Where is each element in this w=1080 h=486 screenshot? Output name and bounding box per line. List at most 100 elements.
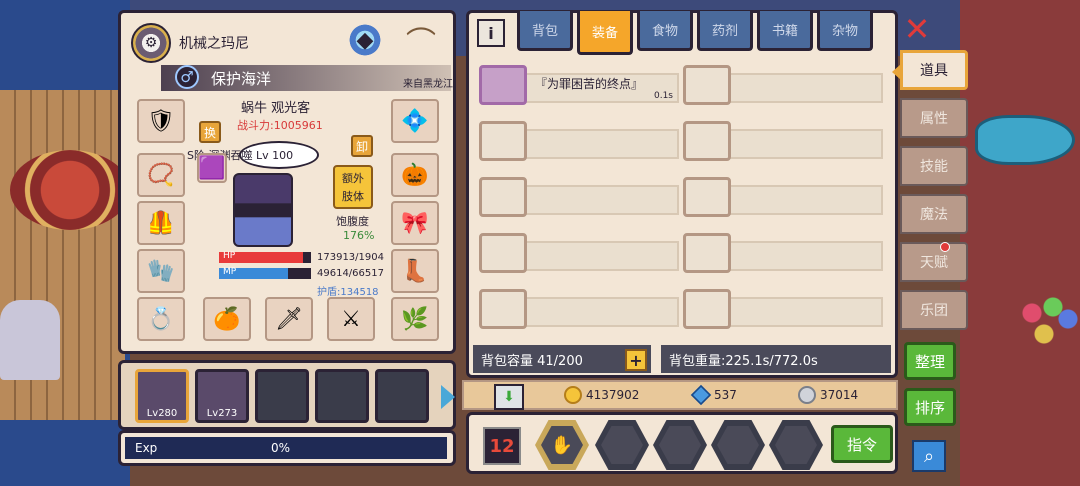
crystal-icon[interactable]: ◆	[343, 19, 387, 61]
exp-value: 0%	[271, 441, 291, 455]
skill-slot-2[interactable]	[595, 420, 649, 470]
tab-potion[interactable]: 药剂	[697, 11, 753, 51]
quick-bag-bar: Lv280 Lv273	[118, 360, 456, 430]
guild-emblem-icon[interactable]: ⚙	[131, 23, 171, 63]
silver-coin-icon	[798, 386, 816, 404]
equip-slot-boots[interactable]: 👢	[391, 249, 439, 293]
item-icon-empty	[683, 121, 731, 161]
item-cell-empty[interactable]	[683, 175, 883, 219]
item-icon	[479, 65, 527, 105]
hp-bar: HP	[219, 251, 311, 263]
bag-slot-4[interactable]	[315, 369, 369, 423]
inventory-tabs: 背包 装备 食物 药剂 书籍 杂物	[517, 11, 873, 55]
swap-button[interactable]: 换	[199, 121, 221, 143]
tab-food[interactable]: 食物	[637, 11, 693, 51]
side-tab-magic[interactable]: 魔法	[900, 194, 968, 234]
equip-slot-mount[interactable]: ⚔	[327, 297, 375, 341]
character-title: 保护海洋	[211, 69, 272, 88]
item-icon-empty	[479, 289, 527, 329]
skill-slot-1[interactable]: ✋	[535, 420, 589, 470]
equip-slot-ring[interactable]: 💍	[137, 297, 185, 341]
download-icon[interactable]: ⬇	[494, 384, 524, 410]
item-cell-empty[interactable]	[479, 119, 679, 163]
gold-currency: 4137902	[564, 386, 639, 404]
unequip-button[interactable]: 卸	[351, 135, 373, 157]
item-name: 『为罪困苦的终点』	[535, 77, 644, 91]
hanger-icon[interactable]: ⌒	[399, 19, 443, 61]
item-cell-empty[interactable]	[479, 175, 679, 219]
side-tab-band[interactable]: 乐团	[900, 290, 968, 330]
item-cell-empty[interactable]	[479, 287, 679, 331]
empty-skill	[717, 426, 759, 464]
organize-button[interactable]: 整理	[904, 342, 956, 380]
empty-skill	[659, 426, 701, 464]
equip-slot-weapon[interactable]: 🗡	[265, 297, 313, 341]
tab-backpack[interactable]: 背包	[517, 11, 573, 51]
info-icon[interactable]: i	[477, 19, 505, 47]
item-cell-empty[interactable]	[683, 287, 883, 331]
item-cell-empty[interactable]	[683, 119, 883, 163]
bag-weight: 背包重量:225.1s/772.0s	[661, 345, 891, 373]
empty-skill	[775, 426, 817, 464]
skill-slot-3[interactable]	[653, 420, 707, 470]
shield-value: 护盾:134518	[317, 287, 379, 298]
title-origin: 来自黑龙江	[403, 79, 453, 90]
equip-slot-armor[interactable]: 🦺	[137, 201, 185, 245]
character-name: 机械之玛尼	[179, 36, 249, 52]
equip-slot-gloves[interactable]: 🧤	[137, 249, 185, 293]
item-strip	[727, 185, 883, 215]
pet-slot[interactable]: 🟪	[197, 153, 227, 183]
gem-amount: 537	[714, 388, 737, 402]
extra-limb-label-1: 额外	[342, 172, 364, 185]
side-tab-skills[interactable]: 技能	[900, 146, 968, 186]
item-strip	[727, 73, 883, 103]
skill-set-button[interactable]: 12	[483, 427, 521, 465]
skill-slot-5[interactable]	[769, 420, 823, 470]
item-cell-empty[interactable]	[683, 231, 883, 275]
hand-icon: ✋	[541, 426, 583, 464]
item-icon-empty	[683, 233, 731, 273]
equip-slot-necklace[interactable]: 📿	[137, 153, 185, 197]
bag-slot-3[interactable]	[255, 369, 309, 423]
item-strip	[727, 129, 883, 159]
search-icon[interactable]: ⌕	[912, 440, 946, 472]
combat-power: 战斗力:1005961	[237, 119, 323, 132]
item-icon-empty	[683, 65, 731, 105]
side-tab-talent[interactable]: 天赋	[900, 242, 968, 282]
right-floor	[960, 0, 1080, 486]
item-weight: 0.1s	[653, 91, 673, 101]
tab-book[interactable]: 书籍	[757, 11, 813, 51]
hunger-label: 饱腹度	[336, 215, 369, 228]
character-header: ⚙ 机械之玛尼	[131, 23, 249, 63]
diamond-icon	[690, 384, 712, 406]
sort-button[interactable]: 排序	[904, 388, 956, 426]
item-cell-empty[interactable]	[683, 63, 883, 107]
item-cell[interactable]: 『为罪困苦的终点』 0.1s	[479, 63, 679, 107]
item-strip	[727, 297, 883, 327]
extra-limb-button[interactable]: 额外 肢体	[333, 165, 373, 209]
item-cell-empty[interactable]	[479, 231, 679, 275]
command-button[interactable]: 指令	[831, 425, 893, 463]
side-tab-items[interactable]: 道具	[900, 50, 968, 90]
equip-slot-gem[interactable]: 💠	[391, 99, 439, 143]
bag-slot-5[interactable]	[375, 369, 429, 423]
equip-slot-wreath[interactable]: 🌿	[391, 297, 439, 341]
tab-misc[interactable]: 杂物	[817, 11, 873, 51]
tab-equipment[interactable]: 装备	[577, 11, 633, 55]
bag-slot-1[interactable]: Lv280	[135, 369, 189, 423]
equip-slot-pet[interactable]: 🍊	[203, 297, 251, 341]
expand-capacity-button[interactable]: +	[625, 349, 647, 371]
mp-bar: MP	[219, 267, 311, 279]
equip-slot-pumpkin[interactable]: 🎃	[391, 153, 439, 197]
side-tab-attributes[interactable]: 属性	[900, 98, 968, 138]
skill-slot-4[interactable]	[711, 420, 765, 470]
item-strip	[523, 185, 679, 215]
item-icon-empty	[683, 289, 731, 329]
next-arrow-icon[interactable]	[441, 385, 455, 409]
bag-slot-2[interactable]: Lv273	[195, 369, 249, 423]
equip-slot-helmet[interactable]: 🛡	[137, 99, 185, 143]
header-icons: ◆ ⌒	[343, 19, 443, 61]
fish-sign	[975, 115, 1075, 165]
equip-slot-belt[interactable]: 🎀	[391, 201, 439, 245]
close-icon[interactable]: ✕	[902, 13, 932, 45]
